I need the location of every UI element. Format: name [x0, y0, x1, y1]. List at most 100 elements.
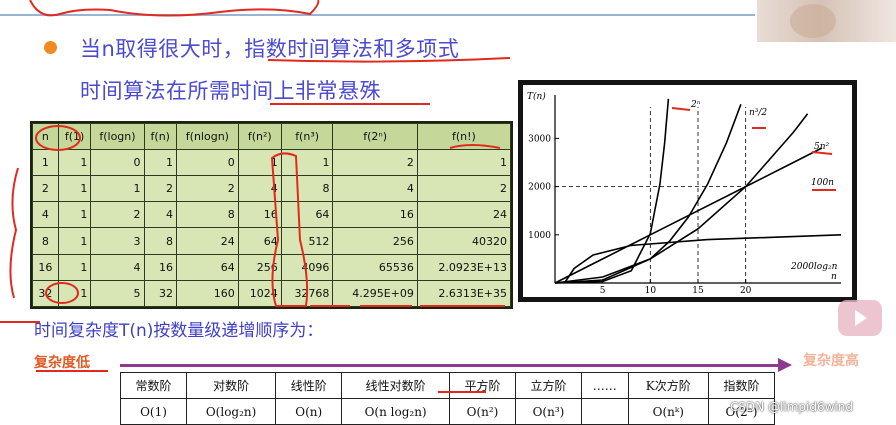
headline-line-2: 时间算法在所需时间上非常悬殊 [80, 79, 381, 103]
growth-table-cell: 1 [416, 148, 512, 177]
growth-table-cell: 1 [280, 148, 334, 177]
order-name-cell: 对数阶 [185, 372, 277, 399]
growth-table-row: 32 1 5 32 160 1024 32768 4.295E+09 2.6313E+35 [32, 279, 512, 308]
growth-chart: T(n) n 1000 2000 3000 5 10 15 20 2ⁿ n³/2 5n² 100n 200… [527, 91, 842, 296]
growth-table-cell: 1 [57, 148, 92, 177]
order-complexity-cell: O(1) [120, 398, 187, 425]
growth-table-cell: 32 [143, 279, 178, 308]
growth-table-row: 8 1 3 8 24 64 512 256 40320 [32, 227, 512, 255]
growth-table-header-7: f(2ⁿ) [332, 123, 418, 150]
order-complexity-cell [580, 398, 629, 425]
x-tick-label: 20 [740, 286, 752, 296]
growth-chart-panel: T(n) n 1000 2000 3000 5 10 15 20 2ⁿ n³/2 5n² 100n 200… [523, 85, 852, 297]
order-name-cell: K次方阶 [627, 372, 709, 399]
order-name-cell: …… [580, 372, 629, 399]
order-name-cell: 指数阶 [707, 372, 776, 399]
order-complexity-cell: O(nᵏ) [627, 398, 709, 425]
y-axis-label: T(n) [527, 91, 546, 102]
growth-table-row: 4 1 2 4 8 16 64 16 24 [32, 201, 512, 229]
webcam-face [790, 4, 836, 38]
series-label: 5n² [814, 142, 830, 152]
order-complexity-cell: O(n) [275, 398, 343, 425]
growth-table-cell: 16 [32, 253, 59, 281]
growth-table-cell: 4 [237, 175, 282, 203]
growth-table-cell: 8 [176, 201, 239, 229]
growth-table-cell: 1 [57, 279, 92, 308]
y-tick-label: 3000 [528, 134, 551, 144]
growth-table-cell: 64 [280, 201, 334, 229]
increasing-arrow [120, 364, 780, 367]
growth-table-cell: 4.295E+09 [332, 279, 418, 308]
series-label: 2000log₂n [790, 262, 838, 272]
growth-table-cell: 2 [90, 201, 145, 229]
growth-table-cell: 1 [57, 253, 92, 281]
complexity-high-label: 复杂度高 [803, 353, 859, 369]
growth-table-cell: 8 [32, 227, 59, 255]
growth-table-cell: 2 [32, 175, 59, 203]
growth-table-cell: 5 [90, 279, 145, 308]
growth-table-cell: 24 [416, 201, 512, 229]
growth-table-cell: 16 [143, 253, 178, 281]
growth-table-header-6: f(n³) [280, 123, 334, 150]
growth-table-header-3: f(n) [143, 123, 178, 150]
watermark-text: CSDN @limpid6wind [730, 400, 853, 414]
y-tick-label: 2000 [528, 183, 551, 193]
growth-table-cell: 8 [280, 175, 334, 203]
growth-table-cell: 1 [57, 227, 92, 255]
growth-table-cell: 16 [332, 201, 418, 229]
order-name-cell: 常数阶 [120, 372, 187, 399]
growth-table-cell: 4 [332, 175, 418, 203]
growth-table-cell: 1024 [237, 279, 282, 308]
series-line-3 [554, 147, 823, 284]
growth-table-cell: 16 [237, 201, 282, 229]
growth-table-row: 211224842 [32, 175, 512, 203]
growth-table-cell: 512 [280, 227, 334, 255]
x-tick-label: 10 [645, 286, 657, 296]
series-label: 2ⁿ [690, 100, 701, 110]
growth-table-cell: 24 [176, 227, 239, 255]
order-complexity-cell: O(log₂n) [185, 398, 277, 425]
growth-table-cell: 2 [332, 148, 418, 177]
growth-table-cell: 32768 [280, 279, 334, 308]
growth-table-cell: 0 [176, 148, 239, 177]
series-label: 100n [811, 178, 834, 188]
order-name-cell: 平方阶 [449, 372, 516, 399]
growth-table-header-0: n [32, 123, 59, 150]
growth-table-header-8: f(n!) [416, 123, 512, 150]
order-complexity-cell: O(n²) [449, 398, 516, 425]
order-complexity-cell: O(n³) [514, 398, 582, 425]
growth-table-cell: 8 [143, 227, 178, 255]
growth-table-header-row: n f(1) f(logn) f(n) f(nlogn) f(n²) f(n³) f(2ⁿ) f… [32, 123, 512, 150]
x-axis-label: n [831, 272, 837, 282]
growth-table-cell: 2 [143, 175, 178, 203]
growth-table-row: 110101121 [32, 148, 512, 177]
growth-table-cell: 1 [237, 148, 282, 177]
growth-table-body: 1 1 0 1 0 1 1 2 1 2 1 1 2 2 4 8 4 2 4 1 2 4 8 16 64 16 24 8 1 3 8 24 64 5… [32, 148, 512, 308]
growth-table-cell: 4 [32, 201, 59, 229]
growth-table: n f(1) f(logn) f(n) f(nlogn) f(n²) f(n³) f(2ⁿ) f… [32, 123, 512, 308]
growth-table-cell: 160 [176, 279, 239, 308]
series-line-1 [554, 104, 742, 284]
growth-table-cell: 64 [176, 253, 239, 281]
growth-table-cell: 64 [237, 227, 282, 255]
order-name-cell: 立方阶 [514, 372, 582, 399]
growth-table-frame: n f(1) f(logn) f(n) f(nlogn) f(n²) f(n³) f(2ⁿ) f… [30, 121, 513, 309]
growth-table-cell: 256 [332, 227, 418, 255]
order-title: 时间复杂度T(n)按数量级递增顺序为： [34, 321, 324, 341]
series-label: n³/2 [749, 108, 767, 118]
series-line-0 [554, 98, 670, 284]
growth-chart-frame: T(n) n 1000 2000 3000 5 10 15 20 2ⁿ n³/2 5n² 100n 200… [518, 80, 857, 302]
order-complexity-row: O(1) O(log₂n) O(n) O(n log₂n) O(n²) O(n³) O(nᵏ… [120, 398, 776, 425]
growth-table-cell: 2.6313E+35 [416, 279, 512, 308]
growth-table-cell: 2 [416, 175, 512, 203]
growth-table-header-5: f(n²) [237, 123, 282, 150]
growth-table-cell: 3 [90, 227, 145, 255]
growth-table-row: 16 1 4 16 64 256 4096 65536 2.0923E+13 [32, 253, 512, 281]
arrow-head-icon [778, 358, 792, 372]
growth-table-cell: 2.0923E+13 [416, 253, 512, 281]
growth-table-cell: 4 [90, 253, 145, 281]
x-tick-label: 5 [600, 286, 606, 296]
complexity-low-label: 复杂度低 [34, 355, 90, 371]
bullet-icon [44, 41, 57, 54]
order-names-row: 常数阶 对数阶 线性阶 线性对数阶 平方阶 立方阶…… K次方阶 指数阶 [120, 372, 776, 399]
